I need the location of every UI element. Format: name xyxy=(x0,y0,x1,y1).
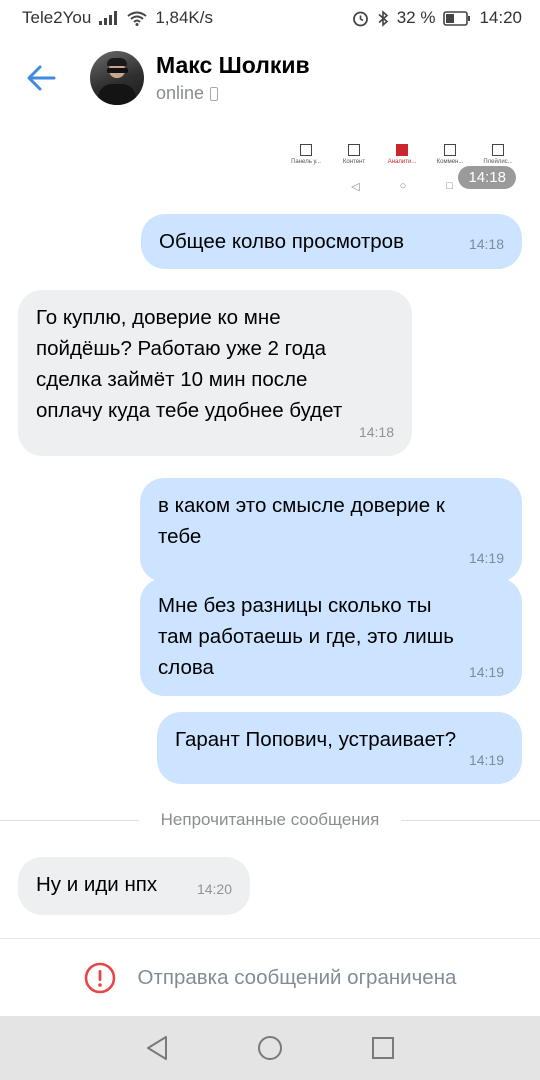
screenshot-tab: Коммен... xyxy=(428,144,472,165)
message-time: 14:18 xyxy=(358,424,394,440)
message-bubble-outgoing[interactable]: Общее колво просмотров 14:18 xyxy=(141,214,522,269)
screenshot-tab: Панель у... xyxy=(284,144,328,165)
screenshot-tab-label: Плейлис... xyxy=(483,159,513,165)
message-text: в каком это смысле доверие к тебе xyxy=(158,494,445,548)
network-speed: 1,84K/s xyxy=(155,8,213,27)
screenshot-tab: Контент xyxy=(332,144,376,165)
message-time: 14:19 xyxy=(468,550,504,566)
screenshot-tab-active: Аналити... xyxy=(380,144,424,165)
message-list[interactable]: Панель у... Контент Аналити... Коммен...… xyxy=(0,120,540,938)
bluetooth-icon xyxy=(377,9,389,27)
screenshot-tab-label: Коммен... xyxy=(436,159,464,165)
contact-status: online xyxy=(156,83,310,104)
back-triangle-icon: ◁ xyxy=(351,180,360,193)
warning-circle-icon xyxy=(84,962,115,993)
recents-square-icon[interactable] xyxy=(371,1036,395,1060)
alarm-icon xyxy=(352,10,369,27)
battery-percent: 32 % xyxy=(396,8,436,27)
screenshot-tab-label: Панель у... xyxy=(291,159,321,165)
contact-name: Макс Шолкив xyxy=(156,52,310,78)
back-triangle-icon[interactable] xyxy=(145,1035,169,1061)
back-button[interactable] xyxy=(6,36,76,120)
message-time: 14:20 xyxy=(196,881,232,897)
message-text: Ну и иди нпх xyxy=(36,873,158,896)
message-bubble-outgoing[interactable]: Мне без разницы сколько ты там работаешь… xyxy=(140,578,522,696)
back-arrow-icon xyxy=(27,65,56,91)
sending-restricted-bar: Отправка сообщений ограничена xyxy=(0,938,540,1016)
recents-square-icon: □ xyxy=(446,180,453,192)
avatar[interactable] xyxy=(90,51,144,105)
clock: 14:20 xyxy=(479,8,522,27)
message-text: Го куплю, доверие ко мне пойдёшь? Работа… xyxy=(36,306,343,422)
message-text: Гарант Попович, устраивает? xyxy=(175,728,457,751)
message-text: Мне без разницы сколько ты там работаешь… xyxy=(158,594,454,679)
status-bar: Tele2You 1,84K/s 32 % 14:20 xyxy=(0,0,540,36)
message-time: 14:19 xyxy=(468,752,504,768)
contact-info[interactable]: Макс Шолкив online xyxy=(156,52,310,104)
restriction-text: Отправка сообщений ограничена xyxy=(137,965,457,989)
home-circle-icon: ○ xyxy=(399,180,407,192)
divider-line xyxy=(401,819,540,821)
message-bubble-outgoing[interactable]: Гарант Попович, устраивает? 14:19 xyxy=(157,712,522,784)
screenshot-tab: Плейлис... xyxy=(476,144,520,165)
carrier-label: Tele2You xyxy=(22,8,92,27)
signal-icon xyxy=(99,11,119,25)
message-bubble-incoming[interactable]: Го куплю, доверие ко мне пойдёшь? Работа… xyxy=(18,290,412,456)
online-status: online xyxy=(156,83,205,103)
message-bubble-outgoing[interactable]: в каком это смысле доверие к тебе 14:19 xyxy=(140,478,522,582)
home-circle-icon[interactable] xyxy=(257,1035,283,1061)
unread-divider: Непрочитанные сообщения xyxy=(0,804,540,836)
image-message[interactable]: Панель у... Контент Аналити... Коммен...… xyxy=(282,120,522,200)
message-time: 14:18 xyxy=(468,236,504,252)
divider-line xyxy=(0,819,139,821)
wifi-icon xyxy=(127,11,147,26)
screenshot-tab-label: Аналити... xyxy=(387,159,417,165)
system-nav-bar xyxy=(0,1016,540,1080)
unread-divider-label: Непрочитанные сообщения xyxy=(160,810,380,829)
chat-header: Макс Шолкив online xyxy=(0,36,540,120)
message-text: Общее колво просмотров xyxy=(159,230,404,253)
mobile-phone-icon xyxy=(210,86,219,101)
message-time: 14:19 xyxy=(468,664,504,680)
message-time: 14:18 xyxy=(458,166,516,189)
screenshot-tab-label: Контент xyxy=(342,159,366,165)
message-bubble-incoming[interactable]: Ну и иди нпх 14:20 xyxy=(18,857,250,915)
battery-icon xyxy=(443,10,471,26)
